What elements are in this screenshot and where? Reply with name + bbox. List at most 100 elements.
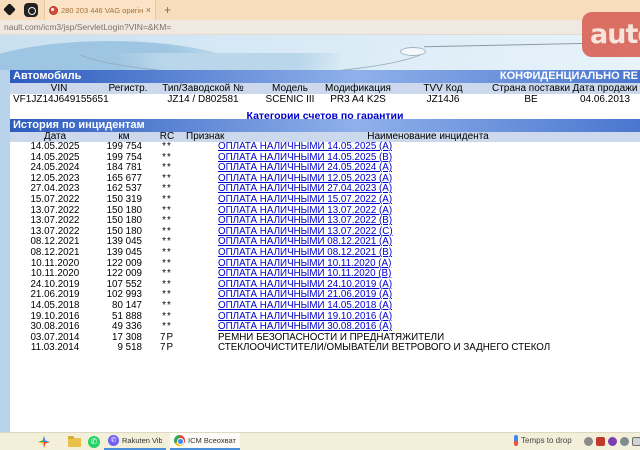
browser-profile-icon[interactable] xyxy=(3,3,16,16)
incident-link[interactable]: ОПЛАТА НАЛИЧНЫМИ 27.04.2023 (A) xyxy=(218,183,392,194)
incident-date: 14.05.2025 xyxy=(10,142,100,153)
col-type-factory: Тип/Заводской № xyxy=(148,83,258,94)
vehicle-section-title: Автомобиль xyxy=(13,70,81,82)
url-text[interactable]: nault.com/icm3/jsp/ServletLogin?VIN=&KM= xyxy=(0,20,640,35)
tab-title: 280 203 446 VAG оригінал та xyxy=(61,6,143,15)
incident-sign xyxy=(186,280,216,291)
col-sign: Признак xyxy=(186,132,216,142)
incident-link[interactable]: ОПЛАТА НАЛИЧНЫМИ 14.05.2025 (A) xyxy=(218,141,392,152)
confidential-label: КОНФИДЕНЦИАЛЬНО RE xyxy=(500,70,638,83)
incident-link[interactable]: ОПЛАТА НАЛИЧНЫМИ 13.07.2022 (C) xyxy=(218,226,393,237)
tray-icon[interactable] xyxy=(620,437,629,446)
incident-sign xyxy=(186,290,216,301)
incident-link[interactable]: ОПЛАТА НАЛИЧНЫМИ 24.10.2019 (A) xyxy=(218,279,392,290)
warranty-link-row: Категории счетов по гарантии xyxy=(10,105,640,119)
incident-link[interactable]: ОПЛАТА НАЛИЧНЫМИ 24.05.2024 (A) xyxy=(218,162,392,173)
col-model: Модель xyxy=(258,83,322,94)
incident-sign xyxy=(186,333,216,344)
incident-date: 11.03.2014 xyxy=(10,343,100,354)
incident-link[interactable]: ОПЛАТА НАЛИЧНЫМИ 12.05.2023 (A) xyxy=(218,173,392,184)
chrome-button-label: ICM Всеохватная и... xyxy=(188,436,236,445)
incident-rc: ** xyxy=(148,301,186,312)
chrome-taskbar-button[interactable]: ICM Всеохватная и... xyxy=(170,433,240,450)
incident-sign xyxy=(186,312,216,323)
incident-link[interactable]: ОПЛАТА НАЛИЧНЫМИ 13.07.2022 (A) xyxy=(218,205,392,216)
vehicle-section-header: Автомобиль КОНФИДЕНЦИАЛЬНО RE xyxy=(10,70,640,83)
weather-label: Temps to drop xyxy=(521,436,572,445)
incident-sign xyxy=(186,142,216,153)
col-registr: Регистр. xyxy=(108,83,148,94)
banner-headlight-shape xyxy=(400,47,426,56)
incident-sign xyxy=(186,195,216,206)
incident-sign xyxy=(186,322,216,333)
tray-icon[interactable] xyxy=(632,437,640,446)
new-tab-button[interactable]: + xyxy=(164,3,171,17)
incident-link[interactable]: ОПЛАТА НАЛИЧНЫМИ 19.10.2016 (A) xyxy=(218,311,392,322)
incident-sign xyxy=(186,237,216,248)
incidents-section-header: История по инцидентам xyxy=(10,119,640,132)
banner-curve-line xyxy=(60,35,440,70)
browser-tab-bar: 280 203 446 VAG оригінал та × + xyxy=(0,0,640,20)
tray-icon[interactable] xyxy=(596,437,605,446)
vin-value: VF1JZ14J649155651 xyxy=(10,94,108,105)
page-left-margin xyxy=(0,70,10,432)
incident-sign xyxy=(186,153,216,164)
tab-close-icon[interactable]: × xyxy=(146,5,151,15)
windows-taskbar: ✆ ✆ Rakuten Viber ICM Всеохватная и... T… xyxy=(0,432,640,450)
incident-sign xyxy=(186,269,216,280)
incident-sign xyxy=(186,163,216,174)
col-supply-country: Страна поставки xyxy=(492,83,570,94)
incident-sign xyxy=(186,174,216,185)
search-highlights-icon[interactable] xyxy=(38,436,50,448)
incident-km: 199 754 xyxy=(100,142,148,153)
incidents-section-title: История по инцидентам xyxy=(13,119,145,131)
incident-sign xyxy=(186,301,216,312)
modification-value: PR3 A4 K2S xyxy=(322,94,394,105)
incident-date: 14.05.2018 xyxy=(10,301,100,312)
system-tray xyxy=(584,437,640,446)
whatsapp-icon[interactable]: ✆ xyxy=(88,436,100,448)
incident-link[interactable]: ОПЛАТА НАЛИЧНЫМИ 14.05.2025 (B) xyxy=(218,152,392,163)
extension-icon[interactable] xyxy=(24,3,38,17)
incident-km: 139 045 xyxy=(100,248,148,259)
banner-image xyxy=(0,35,640,70)
incident-km: 150 319 xyxy=(100,195,148,206)
incident-link[interactable]: ОПЛАТА НАЛИЧНЫМИ 10.11.2020 (B) xyxy=(218,268,391,279)
browser-tab[interactable]: 280 203 446 VAG оригінал та × xyxy=(44,0,156,20)
tab-favicon-icon xyxy=(49,6,58,15)
auto-ria-watermark: auto xyxy=(582,12,640,57)
incident-link[interactable]: ОПЛАТА НАЛИЧНЫМИ 08.12.2021 (A) xyxy=(218,236,392,247)
address-bar[interactable]: nault.com/icm3/jsp/ServletLogin?VIN=&KM= xyxy=(0,20,640,35)
incident-date: 08.12.2021 xyxy=(10,248,100,259)
type-factory-value: JZ14 / D802581 xyxy=(148,94,258,105)
incident-sign xyxy=(186,227,216,238)
incident-link[interactable]: ОПЛАТА НАЛИЧНЫМИ 15.07.2022 (A) xyxy=(218,194,392,205)
col-tvv-code: TVV Код xyxy=(394,83,492,94)
tray-icon[interactable] xyxy=(608,437,617,446)
incident-link[interactable]: ОПЛАТА НАЛИЧНЫМИ 30.08.2016 (A) xyxy=(218,321,392,332)
file-explorer-icon[interactable] xyxy=(68,438,81,447)
incident-rc: 7P xyxy=(148,343,186,354)
incident-row: 11.03.20149 5187PСТЕКЛООЧИСТИТЕЛИ/ОМЫВАТ… xyxy=(10,343,640,354)
incident-km: 9 518 xyxy=(100,343,148,354)
incident-km: 80 147 xyxy=(100,301,148,312)
incident-rc: ** xyxy=(148,248,186,259)
vehicle-table-values: VF1JZ14J649155651 JZ14 / D802581 SCENIC … xyxy=(10,94,640,105)
incident-link[interactable]: ОПЛАТА НАЛИЧНЫМИ 08.12.2021 (B) xyxy=(218,247,392,258)
incident-link[interactable]: ОПЛАТА НАЛИЧНЫМИ 14.05.2018 (A) xyxy=(218,300,392,311)
model-value: SCENIC III xyxy=(258,94,322,105)
weather-widget[interactable]: Temps to drop xyxy=(514,435,572,446)
col-vin: VIN xyxy=(10,83,108,94)
registr-value xyxy=(108,94,148,105)
tray-icon[interactable] xyxy=(584,437,593,446)
incidents-table-body: 14.05.2025199 754 ** ОПЛАТА НАЛИЧНЫМИ 14.0… xyxy=(10,142,640,354)
incident-sign xyxy=(186,206,216,217)
incident-sign xyxy=(186,259,216,270)
incident-link[interactable]: ОПЛАТА НАЛИЧНЫМИ 10.11.2020 (A) xyxy=(218,258,391,269)
incident-link[interactable]: ОПЛАТА НАЛИЧНЫМИ 21.06.2019 (A) xyxy=(218,289,392,300)
incident-link[interactable]: ОПЛАТА НАЛИЧНЫМИ 13.07.2022 (B) xyxy=(218,215,392,226)
viber-taskbar-button[interactable]: ✆ Rakuten Viber xyxy=(104,433,166,450)
incident-date: 15.07.2022 xyxy=(10,195,100,206)
page-content: Автомобиль КОНФИДЕНЦИАЛЬНО RE VIN Регист… xyxy=(10,70,640,432)
col-modification: Модификация xyxy=(322,83,394,94)
